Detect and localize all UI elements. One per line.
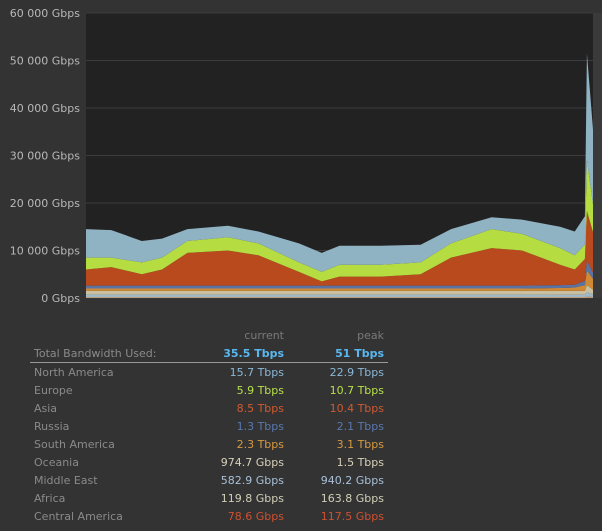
- table-row: Africa 119.8 Gbps 163.8 Gbps: [30, 489, 388, 507]
- region-current: 15.7 Tbps: [229, 365, 284, 379]
- table-row: Asia 8.5 Tbps 10.4 Tbps: [30, 399, 388, 417]
- region-current: 974.7 Gbps: [220, 455, 284, 469]
- y-tick-label: 50 000 Gbps: [10, 55, 80, 68]
- region-current: 2.3 Tbps: [236, 437, 284, 451]
- table-row: Europe 5.9 Tbps 10.7 Tbps: [30, 381, 388, 399]
- region-current: 1.3 Tbps: [236, 419, 284, 433]
- region-peak: 22.9 Tbps: [329, 365, 384, 379]
- region-label: South America: [34, 437, 115, 451]
- region-peak: 940.2 Gbps: [320, 473, 384, 487]
- region-label: Oceania: [34, 455, 79, 469]
- y-tick-label: 0 Gbps: [41, 292, 80, 305]
- bandwidth-chart: 0 Gbps 10 000 Gbps 20 000 Gbps 30 000 Gbps 4…: [10, 7, 602, 305]
- total-row: Total Bandwidth Used: 35.5 Tbps 51 Tbps: [30, 344, 388, 363]
- total-current: 35.5 Tbps: [188, 344, 288, 363]
- region-label: Central America: [34, 509, 123, 523]
- header-peak: peak: [357, 328, 384, 342]
- y-tick-label: 30 000 Gbps: [10, 150, 80, 163]
- region-peak: 3.1 Tbps: [336, 437, 384, 451]
- table-header: current peak: [30, 326, 388, 344]
- region-current: 5.9 Tbps: [236, 383, 284, 397]
- region-current: 8.5 Tbps: [236, 401, 284, 415]
- region-label: Africa: [34, 491, 66, 505]
- y-tick-label: 40 000 Gbps: [10, 102, 80, 115]
- region-current: 119.8 Gbps: [220, 491, 284, 505]
- chart-edge: [593, 13, 602, 298]
- region-current: 582.9 Gbps: [220, 473, 284, 487]
- table-row: South America 2.3 Tbps 3.1 Tbps: [30, 435, 388, 453]
- region-label: Middle East: [34, 473, 98, 487]
- region-peak: 163.8 Gbps: [320, 491, 384, 505]
- region-peak: 10.7 Tbps: [329, 383, 384, 397]
- region-label: Russia: [34, 419, 70, 433]
- y-tick-label: 60 000 Gbps: [10, 7, 80, 20]
- region-peak: 1.5 Tbps: [336, 455, 384, 469]
- region-label: Europe: [34, 383, 73, 397]
- region-peak: 2.1 Tbps: [336, 419, 384, 433]
- y-tick-label: 20 000 Gbps: [10, 197, 80, 210]
- region-current: 78.6 Gbps: [227, 509, 284, 523]
- table-row: Oceania 974.7 Gbps 1.5 Tbps: [30, 453, 388, 471]
- header-current: current: [244, 328, 284, 342]
- table-row: Russia 1.3 Tbps 2.1 Tbps: [30, 417, 388, 435]
- total-peak: 51 Tbps: [288, 344, 388, 363]
- total-label: Total Bandwidth Used:: [30, 344, 188, 363]
- region-label: North America: [34, 365, 114, 379]
- table-row: North America 15.7 Tbps 22.9 Tbps: [30, 363, 388, 382]
- region-peak: 117.5 Gbps: [320, 509, 384, 523]
- table-row: Central America 78.6 Gbps 117.5 Gbps: [30, 507, 388, 525]
- table-row: Middle East 582.9 Gbps 940.2 Gbps: [30, 471, 388, 489]
- y-tick-label: 10 000 Gbps: [10, 245, 80, 258]
- region-peak: 10.4 Tbps: [329, 401, 384, 415]
- region-label: Asia: [34, 401, 58, 415]
- bandwidth-table: current peak Total Bandwidth Used: 35.5 …: [30, 326, 388, 525]
